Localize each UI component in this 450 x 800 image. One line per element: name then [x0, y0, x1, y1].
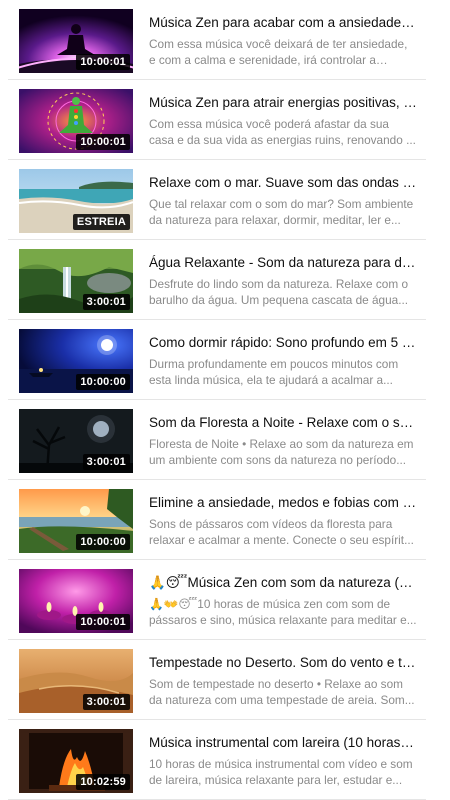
video-description: 🙏👐😴10 horas de música zen com som de pás…	[149, 597, 417, 627]
video-description: Com essa música você poderá afastar da s…	[149, 117, 416, 147]
video-title[interactable]: Tempestade no Deserto. Som do vento e te…	[149, 654, 417, 672]
video-item[interactable]: 3:00:01 Água Relaxante - Som da natureza…	[8, 240, 426, 320]
duration-badge: 10:00:01	[76, 54, 130, 70]
video-title[interactable]: 🙏😴Música Zen com som da natureza (10 h..…	[149, 574, 417, 592]
video-title[interactable]: Água Relaxante - Som da natureza para do…	[149, 254, 417, 272]
video-title[interactable]: Som da Floresta a Noite - Relaxe com o s…	[149, 414, 417, 432]
video-item[interactable]: 10:00:01 🙏😴Música Zen com som da naturez…	[8, 560, 426, 640]
video-item[interactable]: 10:02:59 Música instrumental com lareira…	[8, 720, 426, 800]
video-title[interactable]: Como dormir rápido: Sono profundo em 5 m…	[149, 334, 417, 352]
video-description: Som de tempestade no deserto • Relaxe ao…	[149, 677, 415, 707]
duration-badge: 3:00:01	[82, 454, 130, 470]
video-item[interactable]: 10:00:00 Como dormir rápido: Sono profun…	[8, 320, 426, 400]
duration-badge: 10:02:59	[76, 774, 130, 790]
duration-badge: 10:00:01	[76, 614, 130, 630]
video-description: Sons de pássaros com vídeos da floresta …	[149, 517, 414, 547]
video-thumbnail[interactable]: 3:00:01	[19, 409, 133, 473]
duration-badge: 10:00:00	[76, 534, 130, 550]
video-thumbnail[interactable]: ESTREIA	[19, 169, 133, 233]
video-item[interactable]: 10:00:01 Música Zen para acabar com a an…	[8, 0, 426, 80]
video-thumbnail[interactable]: 3:00:01	[19, 249, 133, 313]
video-thumbnail[interactable]: 10:00:01	[19, 9, 133, 73]
video-description: Com essa música você deixará de ter ansi…	[149, 37, 408, 67]
duration-badge: 10:00:00	[76, 374, 130, 390]
video-description: Floresta de Noite • Relaxe ao som da nat…	[149, 437, 414, 467]
video-description: 10 horas de música instrumental com víde…	[149, 757, 413, 787]
duration-badge: 10:00:01	[76, 134, 130, 150]
video-title[interactable]: Música Zen para acabar com a ansiedade, …	[149, 14, 417, 32]
video-title[interactable]: Relaxe com o mar. Suave som das ondas em…	[149, 174, 417, 192]
video-item[interactable]: 10:00:00 Elimine a ansiedade, medos e fo…	[8, 480, 426, 560]
video-title[interactable]: Música Zen para atrair energias positiva…	[149, 94, 417, 112]
video-item[interactable]: 10:00:01 Música Zen para atrair energias…	[8, 80, 426, 160]
video-description: Durma profundamente em poucos minutos co…	[149, 357, 399, 387]
duration-badge: ESTREIA	[72, 214, 130, 230]
video-thumbnail[interactable]: 10:02:59	[19, 729, 133, 793]
video-item[interactable]: ESTREIA Relaxe com o mar. Suave som das …	[8, 160, 426, 240]
duration-badge: 3:00:01	[82, 694, 130, 710]
video-thumbnail[interactable]: 10:00:01	[19, 569, 133, 633]
duration-badge: 3:00:01	[82, 294, 130, 310]
video-thumbnail[interactable]: 10:00:00	[19, 489, 133, 553]
video-description: Que tal relaxar com o som do mar? Som am…	[149, 197, 414, 227]
video-thumbnail[interactable]: 10:00:01	[19, 89, 133, 153]
video-title[interactable]: Música instrumental com lareira (10 hora…	[149, 734, 417, 752]
video-thumbnail[interactable]: 3:00:01	[19, 649, 133, 713]
video-item[interactable]: 3:00:01 Tempestade no Deserto. Som do ve…	[8, 640, 426, 720]
video-title[interactable]: Elimine a ansiedade, medos e fobias com …	[149, 494, 417, 512]
video-list: 10:00:01 Música Zen para acabar com a an…	[8, 0, 426, 800]
video-description: Desfrute do lindo som da natureza. Relax…	[149, 277, 409, 307]
video-thumbnail[interactable]: 10:00:00	[19, 329, 133, 393]
video-item[interactable]: 3:00:01 Som da Floresta a Noite - Relaxe…	[8, 400, 426, 480]
